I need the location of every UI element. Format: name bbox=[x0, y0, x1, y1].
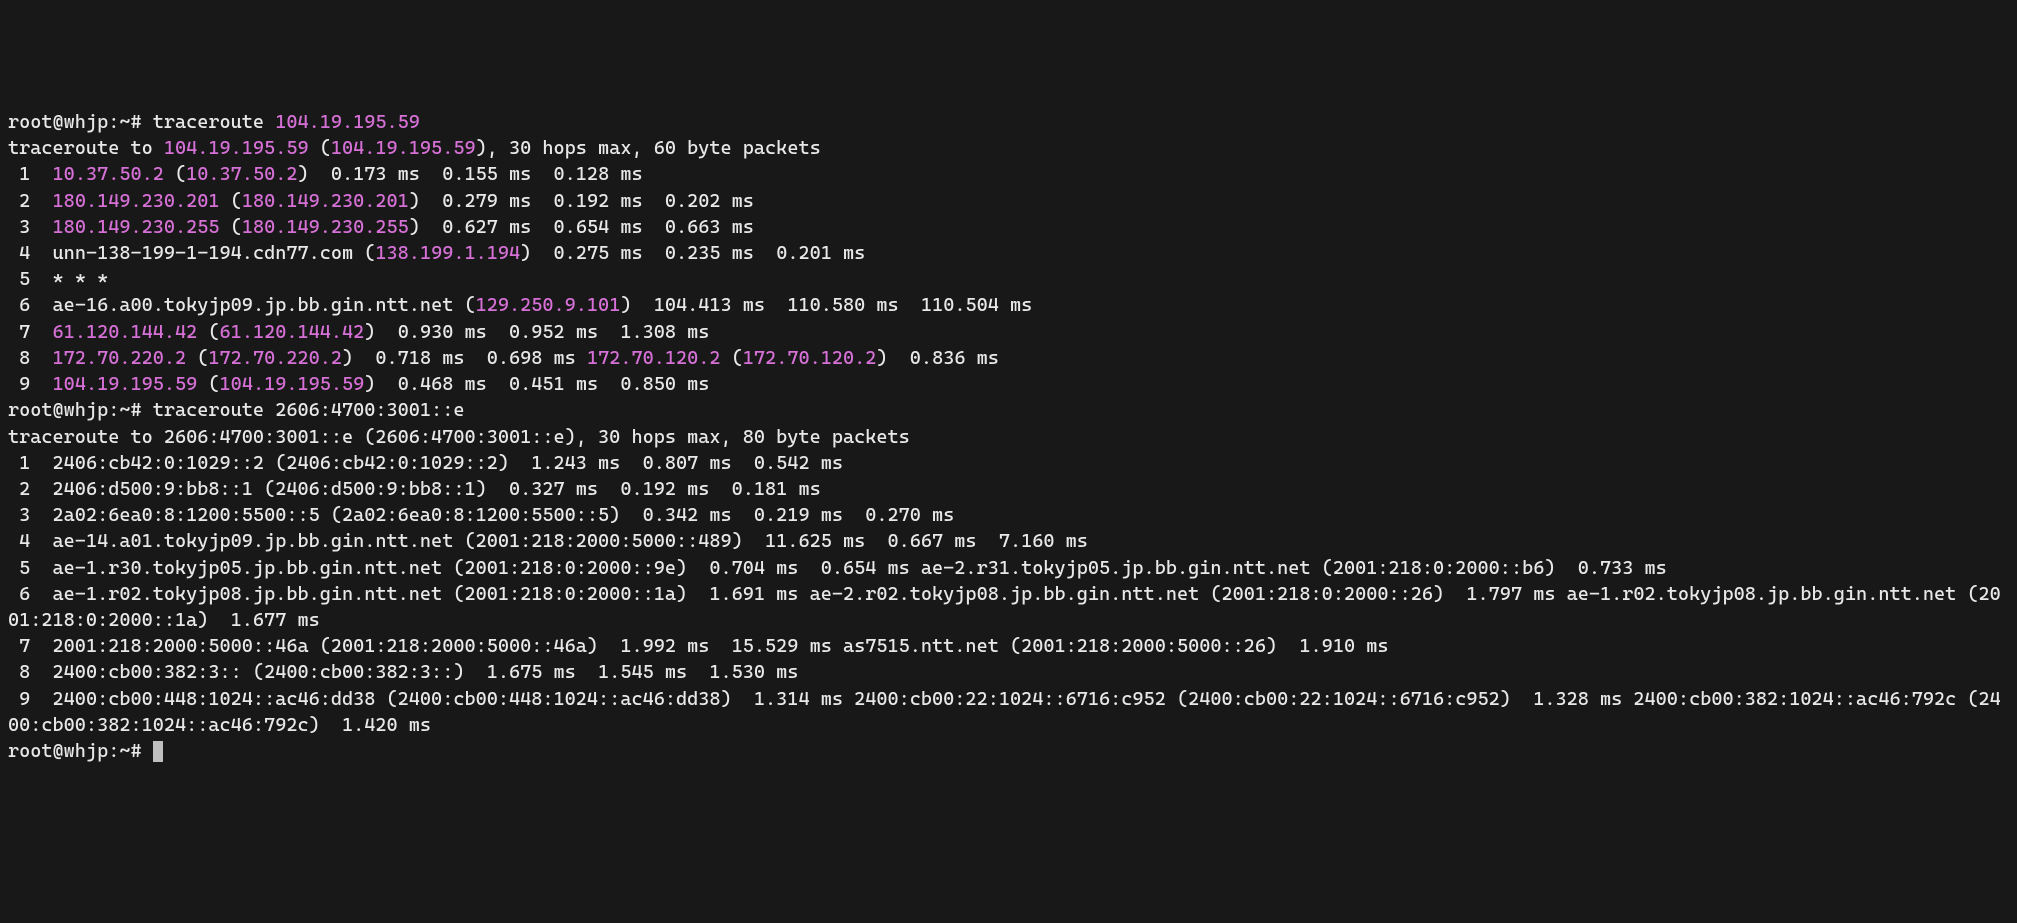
ip-address: 104.19.195.59 bbox=[220, 373, 365, 395]
hop-host: 180.149.230.255 bbox=[53, 216, 220, 238]
command: traceroute 2606:4700:3001::e bbox=[153, 399, 465, 421]
hop-host: unn-138-199-1-194.cdn77.com bbox=[53, 242, 354, 264]
ip-address: 10.37.50.2 bbox=[186, 163, 297, 185]
hop-number: 1 bbox=[8, 163, 53, 185]
hop-host: 61.120.144.42 bbox=[53, 321, 198, 343]
hop-host: 172.70.220.2 bbox=[53, 347, 187, 369]
hop-latency: 104.413 ms 110.580 ms 110.504 ms bbox=[654, 294, 1033, 316]
hop-host: 104.19.195.59 bbox=[53, 373, 198, 395]
ip-address: 180.149.230.201 bbox=[242, 190, 409, 212]
hop-line: 4 ae-14.a01.tokyjp09.jp.bb.gin.ntt.net (… bbox=[8, 530, 1088, 552]
ip-address: 104.19.195.59 bbox=[331, 137, 476, 159]
hop-number: 5 bbox=[8, 268, 53, 290]
hop-latency: 0.275 ms 0.235 ms 0.201 ms bbox=[554, 242, 866, 264]
ip-address: 104.19.195.59 bbox=[164, 137, 309, 159]
hop-latency: 0.627 ms 0.654 ms 0.663 ms bbox=[442, 216, 754, 238]
hop-line: 7 2001:218:2000:5000::46a (2001:218:2000… bbox=[8, 635, 1388, 657]
hop-line: 3 2a02:6ea0:8:1200:5500::5 (2a02:6ea0:8:… bbox=[8, 504, 954, 526]
hop-line: 2 2406:d500:9:bb8::1 (2406:d500:9:bb8::1… bbox=[8, 478, 821, 500]
ip-address: 172.70.220.2 bbox=[208, 347, 342, 369]
hop-timeout: * * * bbox=[53, 268, 109, 290]
traceroute-header: traceroute to 2606:4700:3001::e (2606:47… bbox=[8, 426, 910, 448]
ip-address: 138.199.1.194 bbox=[375, 242, 520, 264]
hop-number: 3 bbox=[8, 216, 53, 238]
ip-address: 172.70.120.2 bbox=[743, 347, 877, 369]
hop-latency: 0.930 ms 0.952 ms 1.308 ms bbox=[398, 321, 710, 343]
hop-latency: 0.279 ms 0.192 ms 0.202 ms bbox=[442, 190, 754, 212]
shell-prompt: root@whjp:~# bbox=[8, 740, 153, 762]
hop-number: 6 bbox=[8, 294, 53, 316]
hop-line: 8 2400:cb00:382:3:: (2400:cb00:382:3::) … bbox=[8, 661, 798, 683]
terminal-output[interactable]: root@whjp:~# traceroute 104.19.195.59 tr… bbox=[8, 109, 2009, 764]
hop-latency: 0.718 ms 0.698 ms bbox=[375, 347, 587, 369]
hop-number: 9 bbox=[8, 373, 53, 395]
cursor[interactable] bbox=[153, 741, 163, 762]
shell-prompt: root@whjp:~# bbox=[8, 111, 153, 133]
hop-latency: 0.468 ms 0.451 ms 0.850 ms bbox=[398, 373, 710, 395]
hop-number: 8 bbox=[8, 347, 53, 369]
hop-number: 2 bbox=[8, 190, 53, 212]
ip-address: 180.149.230.255 bbox=[242, 216, 409, 238]
hop-line: 5 ae-1.r30.tokyjp05.jp.bb.gin.ntt.net (2… bbox=[8, 557, 1667, 579]
hop-host: ae-16.a00.tokyjp09.jp.bb.gin.ntt.net bbox=[53, 294, 454, 316]
hop-host: 180.149.230.201 bbox=[53, 190, 220, 212]
hop-latency: 0.173 ms 0.155 ms 0.128 ms bbox=[331, 163, 643, 185]
hop-latency: 0.836 ms bbox=[910, 347, 999, 369]
hop-number: 7 bbox=[8, 321, 53, 343]
hop-host: 10.37.50.2 bbox=[53, 163, 164, 185]
command-arg: 104.19.195.59 bbox=[275, 111, 420, 133]
shell-prompt: root@whjp:~# bbox=[8, 399, 153, 421]
hop-line: 1 2406:cb42:0:1029::2 (2406:cb42:0:1029:… bbox=[8, 452, 843, 474]
hop-line: 6 ae-1.r02.tokyjp08.jp.bb.gin.ntt.net (2… bbox=[8, 583, 2001, 631]
ip-address: 61.120.144.42 bbox=[220, 321, 365, 343]
traceroute-header: traceroute to bbox=[8, 137, 164, 159]
hop-host: 172.70.120.2 bbox=[587, 347, 721, 369]
ip-address: 129.250.9.101 bbox=[476, 294, 621, 316]
hop-number: 4 bbox=[8, 242, 53, 264]
command: traceroute bbox=[153, 111, 275, 133]
hop-line: 9 2400:cb00:448:1024::ac46:dd38 (2400:cb… bbox=[8, 688, 2001, 736]
